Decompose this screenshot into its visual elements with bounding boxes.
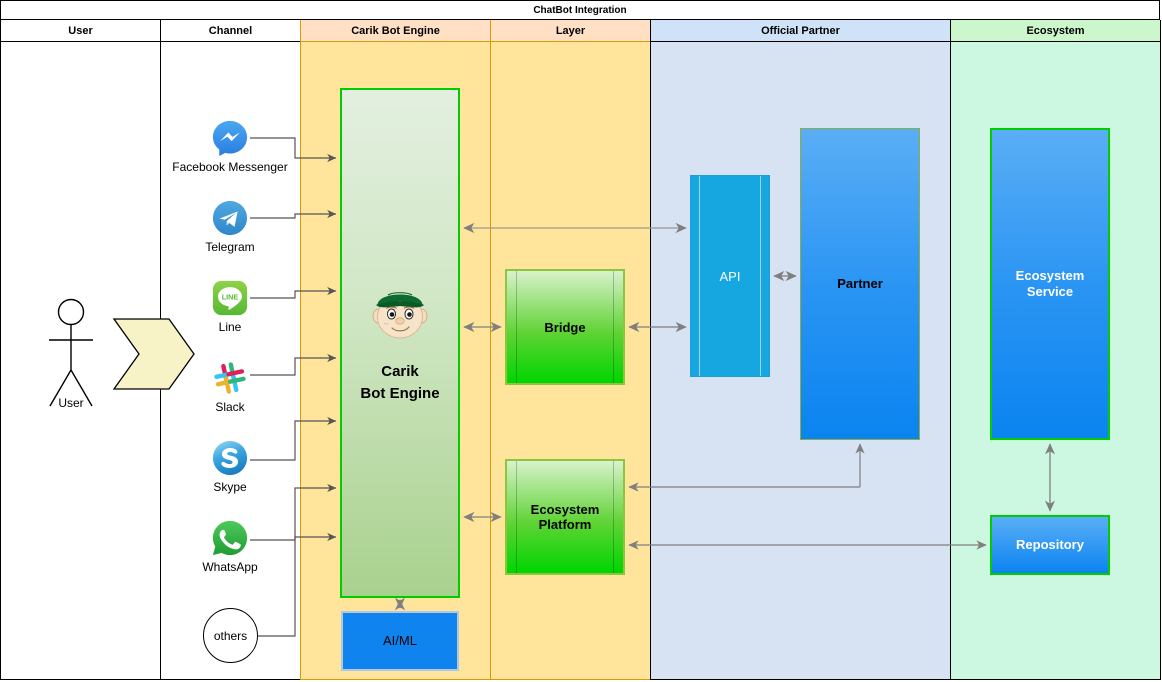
swimlane-label-carik-bot-engine: Carik Bot Engine — [351, 24, 440, 37]
channel-item-slack[interactable]: Slack — [170, 359, 290, 414]
component-bar-left — [516, 461, 517, 573]
carik-mascot-icon — [368, 283, 432, 345]
node-ai-ml[interactable]: AI/ML — [341, 611, 459, 671]
channel-label-slack: Slack — [215, 400, 245, 414]
swimlane-header-layer: Layer — [490, 20, 651, 42]
node-label-carik-line1: Carik — [381, 363, 419, 380]
swimlane-header-official-partner: Official Partner — [650, 20, 951, 42]
actor-stick-figure — [49, 298, 93, 407]
channel-item-line[interactable]: LINE Line — [170, 279, 290, 334]
channel-item-skype[interactable]: Skype — [170, 439, 290, 494]
node-label-ecosystem-service-line1: Ecosystem — [1015, 268, 1085, 284]
channel-label-facebook-messenger: Facebook Messenger — [172, 160, 288, 174]
component-bar-right — [613, 461, 614, 573]
channel-item-facebook-messenger[interactable]: Facebook Messenger — [170, 119, 290, 174]
node-repository[interactable]: Repository — [990, 515, 1110, 575]
channel-label-whatsapp: WhatsApp — [202, 560, 258, 574]
node-carik-bot-engine[interactable]: Carik Bot Engine — [340, 88, 460, 598]
node-label-ecosystem-platform-line1: Ecosystem — [530, 502, 600, 517]
channel-label-telegram: Telegram — [205, 240, 255, 254]
swimlane-header-channel: Channel — [160, 20, 301, 42]
node-ecosystem-service[interactable]: Ecosystem Service — [990, 128, 1110, 440]
swimlane-header-ecosystem: Ecosystem — [950, 20, 1161, 42]
channel-item-telegram[interactable]: Telegram — [170, 199, 290, 254]
node-ecosystem-platform[interactable]: Ecosystem Platform — [505, 459, 625, 575]
component-bar-right — [613, 271, 614, 383]
swimlane-label-channel: Channel — [208, 24, 253, 37]
channel-label-others: others — [213, 628, 248, 643]
skype-icon — [212, 440, 248, 476]
node-label-bridge: Bridge — [544, 319, 586, 335]
component-bar-left — [699, 176, 700, 376]
node-api[interactable]: API — [690, 175, 770, 377]
node-bridge[interactable]: Bridge — [505, 269, 625, 385]
facebook-messenger-icon — [212, 120, 248, 157]
channel-item-others[interactable]: others — [203, 608, 258, 663]
channel-item-whatsapp[interactable]: WhatsApp — [170, 519, 290, 574]
swimlane-label-official-partner: Official Partner — [761, 24, 840, 37]
line-icon: LINE — [212, 280, 248, 316]
node-label-carik-line2: Bot Engine — [360, 385, 440, 402]
node-partner[interactable]: Partner — [800, 128, 920, 440]
swimlane-label-user: User — [68, 24, 93, 37]
channel-label-skype: Skype — [213, 480, 247, 494]
node-label-repository: Repository — [1016, 537, 1084, 553]
swimlane-header-carik-bot-engine: Carik Bot Engine — [300, 20, 491, 42]
diagram-title-bar: ChatBot Integration — [0, 0, 1160, 20]
node-label-ai-ml: AI/ML — [383, 633, 417, 649]
telegram-icon — [212, 200, 248, 236]
channel-label-line: Line — [218, 320, 242, 334]
swimlane-label-ecosystem: Ecosystem — [1026, 24, 1085, 37]
node-label-ecosystem-platform-line2: Platform — [538, 517, 592, 532]
swimlane-label-layer: Layer — [555, 24, 586, 37]
node-label-ecosystem-service-line2: Service — [1026, 284, 1074, 299]
diagram-title: ChatBot Integration — [533, 4, 627, 16]
node-label-partner: Partner — [837, 276, 883, 292]
svg-text:LINE: LINE — [222, 292, 239, 301]
node-label-api: API — [719, 268, 741, 284]
component-bar-right — [760, 176, 761, 376]
actor-label: User — [58, 396, 84, 410]
diagram-canvas: ChatBot Integration User Channel Carik B… — [0, 0, 1162, 682]
whatsapp-icon — [212, 520, 248, 556]
swimlane-header-user: User — [0, 20, 161, 42]
component-bar-left — [516, 271, 517, 383]
slack-icon — [214, 362, 246, 394]
